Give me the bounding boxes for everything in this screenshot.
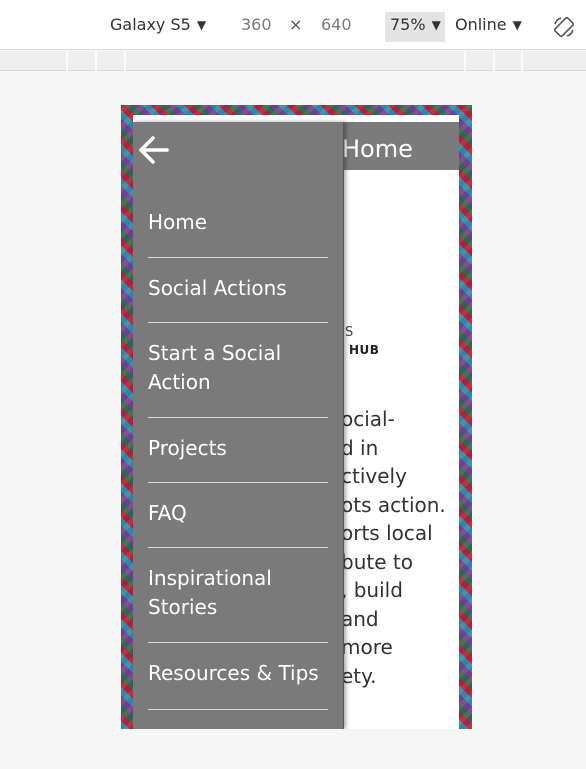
menu-item-projects[interactable]: Projects [148,418,328,483]
menu-item-label: Social Actions [148,276,287,300]
media-query-ruler [0,51,586,71]
device-dropdown-icon: ▼ [196,18,207,32]
zoom-select[interactable]: 75% ▼ [390,15,441,34]
intro-line: more [341,635,393,659]
menu-item-faq[interactable]: FAQ [148,483,328,548]
menu-item-label: Inspirational [148,566,272,590]
menu-item-label: Projects [148,436,227,460]
device-toolbar: Galaxy S5 ▼ 360 × 640 75% ▼ Online ▼ [0,0,586,50]
menu-item-inspirational-stories[interactable]: Inspirational Stories [148,548,328,643]
intro-line: bute to [341,549,413,574]
device-select[interactable]: Galaxy S5 ▼ [110,15,206,34]
intro-line: and [341,606,379,631]
zoom-value: 75% [390,15,426,34]
menu-item-label: Stories [148,595,218,619]
dimension-separator: × [289,15,303,34]
nav-drawer: Home Social Actions Start a Social Action Pr… [133,122,344,729]
menu-item-resources-tips[interactable]: Resources & Tips [148,643,328,710]
intro-line: , build [341,578,403,602]
network-select[interactable]: Online ▼ [455,15,522,34]
height-input[interactable]: 640 [321,15,352,34]
logo-text-fragment: S [345,325,354,340]
intro-line: ety. [341,663,377,688]
intro-line: ctively [341,464,407,488]
width-input[interactable]: 360 [241,15,272,34]
device-viewport: Home S HUB ocial-d in ctively ots action. o… [121,105,472,729]
menu-item-start-a-social-action[interactable]: Start a Social Action [148,323,328,418]
menu-item-label: Resources & Tips [148,661,319,685]
menu-item-label: Start a Social [148,341,282,365]
page-title: Home [342,135,413,163]
device-name: Galaxy S5 [110,15,191,34]
intro-line: ocial- [341,407,395,431]
drawer-menu: Home Social Actions Start a Social Action Pr… [148,194,328,710]
menu-item-social-actions[interactable]: Social Actions [148,258,328,323]
menu-item-label: Home [148,210,208,234]
intro-line: ots action. [341,492,446,517]
menu-item-home[interactable]: Home [148,194,328,258]
intro-line: orts local [341,521,433,545]
arrow-left-icon[interactable] [136,132,172,168]
intro-paragraph: ocial-d in ctively ots action. orts local bu… [341,405,446,690]
network-dropdown-icon: ▼ [512,18,522,32]
menu-item-label: Action [148,370,211,394]
intro-line: d in [341,435,379,460]
logo-hub-text: HUB [349,343,380,357]
zoom-dropdown-icon: ▼ [431,18,441,32]
menu-item-label: FAQ [148,501,187,525]
network-value: Online [455,15,507,34]
rotate-icon[interactable] [553,16,575,38]
